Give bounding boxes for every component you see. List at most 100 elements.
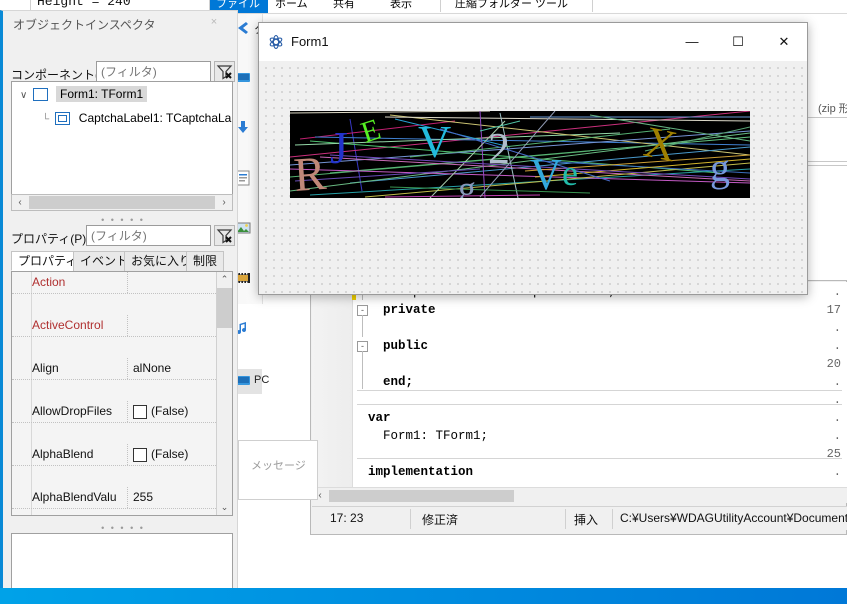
- column-divider: [127, 401, 129, 422]
- fold-guide: [362, 315, 363, 337]
- column-divider: [127, 487, 129, 508]
- tree-item-captchalabel1[interactable]: └ CaptchaLabel1: TCaptchaLabel: [12, 105, 232, 129]
- property-grid-vertical-scrollbar[interactable]: ⌃ ⌄: [216, 272, 232, 515]
- taskbar[interactable]: [0, 588, 847, 604]
- ribbon-tab-home-label: ホーム: [275, 0, 308, 10]
- fold-guide: [362, 351, 363, 389]
- close-icon[interactable]: ×: [203, 16, 225, 32]
- delphi-form-icon: [268, 34, 284, 50]
- ribbon-tab-home[interactable]: ホーム: [275, 0, 308, 13]
- status-separator: [410, 509, 411, 529]
- table-row[interactable]: ActiveControl: [12, 315, 232, 337]
- object-inspector-window[interactable]: オブジェクトインスペクタ × コンポーネント(m) ∨ Form1: TForm…: [0, 10, 238, 600]
- nav-item-pc-label: PC: [254, 374, 270, 386]
- component-filter-clear-button[interactable]: [214, 61, 235, 82]
- table-row[interactable]: Align alNone: [12, 358, 232, 380]
- form1-titlebar[interactable]: Form1 — ☐ ✕: [259, 23, 807, 62]
- tab-favorites-label: お気に入り: [131, 254, 192, 268]
- tree-item-captchalabel1-label: CaptchaLabel1: TCaptchaLabel: [78, 111, 233, 125]
- property-checkbox[interactable]: [133, 405, 147, 419]
- table-row[interactable]: AllowDropFiles (False): [12, 401, 232, 423]
- ribbon-tab-share[interactable]: 共有: [333, 0, 355, 13]
- tree-item-form1[interactable]: ∨ Form1: TForm1: [12, 82, 232, 105]
- chevron-down-icon[interactable]: ∨: [20, 90, 27, 101]
- property-grid[interactable]: Action ActiveControl Align alNone AllowD…: [11, 271, 233, 516]
- code-change-bar: [352, 282, 356, 487]
- component-tree-hscrollbar[interactable]: ‹ ›: [11, 194, 233, 211]
- line-number: .: [833, 339, 841, 353]
- line-number: .: [833, 429, 841, 443]
- property-checkbox[interactable]: [133, 448, 147, 462]
- code-editor-horizontal-scrollbar[interactable]: ‹: [312, 487, 847, 503]
- captcha-image: R J E V 2 V e X g g: [290, 111, 750, 198]
- message-panel[interactable]: メッセージ: [238, 440, 318, 500]
- svg-text:2: 2: [488, 124, 510, 173]
- line-number: .: [833, 285, 841, 299]
- explorer-zip-type-text: (zip 形: [818, 103, 847, 115]
- table-row[interactable]: Action: [12, 272, 232, 294]
- status-separator: [565, 509, 566, 529]
- tab-restrictions[interactable]: 制限: [186, 251, 225, 271]
- svg-text:g: g: [710, 145, 730, 190]
- property-name: ActiveControl: [32, 318, 104, 332]
- inspector-tabstrip[interactable]: プロパティ イベント お気に入り 制限: [11, 251, 233, 271]
- close-button[interactable]: ✕: [761, 23, 807, 60]
- property-name: AlphaBlend: [32, 447, 94, 461]
- table-row[interactable]: AlphaBlend (False): [12, 444, 232, 466]
- svg-text:V: V: [530, 150, 562, 198]
- code-section-rule: [357, 404, 842, 405]
- ribbon-tab-view[interactable]: 表示: [390, 0, 412, 13]
- hscroll-thumb[interactable]: [329, 490, 514, 502]
- tab-events-label: イベント: [80, 254, 129, 268]
- scroll-up-arrow[interactable]: ⌃: [217, 272, 232, 287]
- tree-item-form1-label: Form1: TForm1: [56, 86, 148, 102]
- code-line: private: [368, 303, 436, 317]
- ribbon-tab-compressed-tools[interactable]: 圧縮フォルダー ツール: [455, 0, 568, 13]
- captcha-label-component[interactable]: R J E V 2 V e X g g: [290, 111, 750, 198]
- property-filter-label: プロパティ(P): [11, 232, 87, 246]
- line-number: 20: [826, 357, 841, 371]
- scroll-down-arrow[interactable]: ⌄: [217, 500, 232, 515]
- line-number: .: [833, 321, 841, 335]
- code-editor-window[interactable]: . 17 . . 20 . . . . 25 . - - CaptchaLabe…: [310, 280, 847, 535]
- property-name: Align: [32, 361, 59, 375]
- maximize-button[interactable]: ☐: [715, 23, 761, 60]
- hscroll-right-arrow[interactable]: ›: [216, 195, 232, 210]
- svg-text:g: g: [458, 169, 476, 198]
- status-insert-mode: 挿入: [574, 513, 599, 527]
- svg-text:e: e: [562, 153, 578, 193]
- splitter-grip-lower[interactable]: • • • • • •: [98, 523, 148, 543]
- splitter-grip[interactable]: • • • • • •: [98, 215, 148, 235]
- hscroll-thumb[interactable]: [29, 196, 215, 209]
- svg-text:R: R: [292, 147, 328, 198]
- property-value[interactable]: alNone: [133, 361, 171, 375]
- vscroll-thumb[interactable]: [217, 288, 232, 328]
- property-value: (False): [151, 447, 189, 461]
- property-name: AlphaBlendValu: [32, 490, 117, 504]
- tab-properties-label: プロパティ: [18, 254, 78, 268]
- status-modified: 修正済: [422, 513, 459, 527]
- minimize-button[interactable]: —: [669, 23, 715, 60]
- code-editor-text-area[interactable]: . 17 . . 20 . . . . 25 . - - CaptchaLabe…: [312, 282, 847, 487]
- property-name: AllowDropFiles: [32, 404, 113, 418]
- property-filter-input[interactable]: [86, 225, 211, 246]
- tab-restrictions-label: 制限: [193, 254, 218, 268]
- component-tree[interactable]: ∨ Form1: TForm1 └ CaptchaLabel1: TCaptch…: [11, 81, 233, 201]
- property-value: (False): [151, 404, 189, 418]
- form1-designer-window[interactable]: Form1 — ☐ ✕ R J E V 2 V e X g g: [258, 22, 808, 295]
- message-panel-tab[interactable]: メッセージ: [251, 457, 306, 473]
- column-divider: [127, 272, 129, 293]
- hscroll-left-arrow[interactable]: ‹: [12, 195, 28, 210]
- property-value[interactable]: 255: [133, 490, 153, 504]
- table-row[interactable]: AlphaBlendValu 255: [12, 487, 232, 509]
- form1-design-surface[interactable]: R J E V 2 V e X g g: [259, 61, 807, 294]
- component-filter-input[interactable]: [96, 61, 211, 82]
- form1-title-text: Form1: [291, 34, 329, 49]
- code-section-rule: [357, 390, 842, 391]
- svg-text:V: V: [418, 116, 451, 167]
- property-filter-clear-button[interactable]: [214, 225, 235, 246]
- property-grid-expander-column: [12, 272, 32, 515]
- svg-text:J: J: [330, 122, 348, 173]
- ribbon-divider-2: [592, 0, 593, 12]
- line-number: .: [833, 375, 841, 389]
